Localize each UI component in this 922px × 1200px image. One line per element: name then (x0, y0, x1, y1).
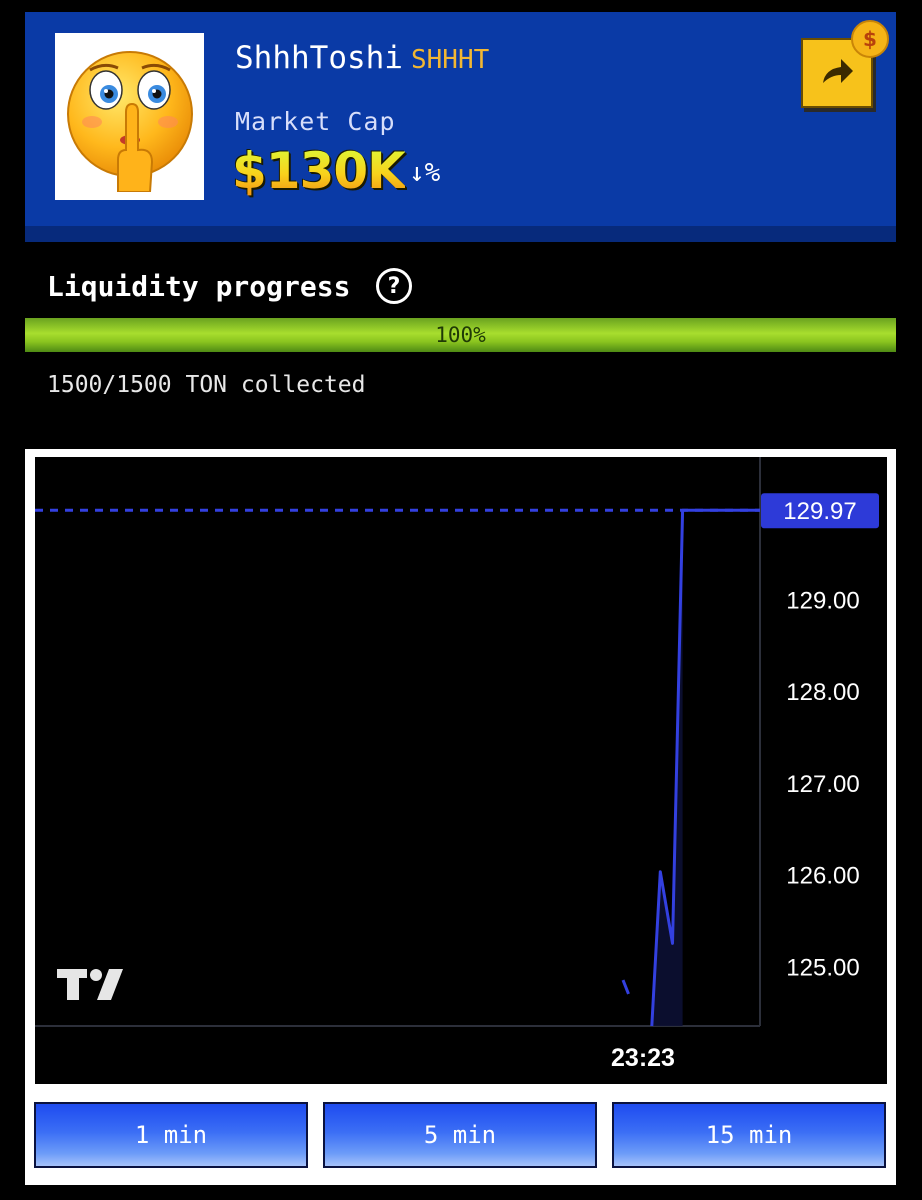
shushing-face-icon (66, 50, 193, 192)
y-tick-label: 127.00 (786, 771, 859, 798)
tradingview-logo-icon (57, 969, 123, 1000)
arrow-down-icon: ↓ (409, 158, 425, 188)
market-cap-value: $130K (232, 142, 406, 200)
token-header: ShhhToshi SHHHT Market Cap $130K ↓% $ (25, 12, 896, 242)
last-price-label: 129.97 (783, 498, 856, 525)
token-name: ShhhToshi (235, 40, 403, 76)
y-tick-label: 125.00 (786, 954, 859, 981)
token-name-line: ShhhToshi SHHHT (235, 40, 489, 76)
market-cap-change: ↓% (409, 158, 440, 188)
timeframe-15min-button[interactable]: 15 min (612, 1102, 886, 1168)
liquidity-progress-bar: 100% (25, 318, 896, 352)
chart-panel: 129.00 128.00 127.00 126.00 125.00 129.97 23:2… (25, 449, 896, 1185)
chart-svg: 129.00 128.00 127.00 126.00 125.00 129.97 23:2… (35, 457, 879, 1072)
y-tick-label: 129.00 (786, 587, 859, 614)
progress-label: 100% (435, 323, 486, 347)
x-tick-label: 23:23 (611, 1044, 675, 1072)
header-strip (25, 226, 896, 242)
timeframe-selector: 1 min 5 min 15 min (34, 1102, 887, 1168)
market-cap-label: Market Cap (235, 107, 396, 136)
token-symbol: SHHHT (410, 45, 490, 75)
y-tick-label: 126.00 (786, 863, 859, 890)
price-line-segment (621, 979, 630, 995)
price-chart[interactable]: 129.00 128.00 127.00 126.00 125.00 129.97 23:2… (35, 457, 887, 1084)
y-tick-label: 128.00 (786, 679, 859, 706)
share-arrow-icon (823, 59, 853, 83)
timeframe-1min-button[interactable]: 1 min (34, 1102, 308, 1168)
question-circle-icon[interactable]: ? (376, 268, 412, 304)
dollar-coin-icon: $ (851, 20, 889, 58)
change-percent: % (424, 158, 441, 188)
token-avatar (55, 33, 204, 200)
timeframe-5min-button[interactable]: 5 min (323, 1102, 597, 1168)
collected-text: 1500/1500 TON collected (47, 372, 366, 398)
liquidity-title: Liquidity progress (47, 270, 351, 303)
